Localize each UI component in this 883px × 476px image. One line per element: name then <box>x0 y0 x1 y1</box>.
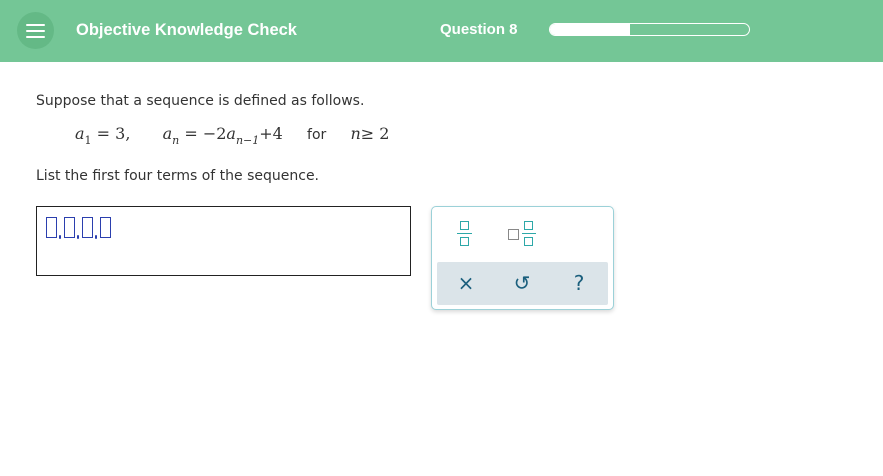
term-slot-3[interactable] <box>82 217 93 238</box>
condition-variable: n <box>350 124 361 143</box>
term-slot-2[interactable] <box>64 217 75 238</box>
condition: ≥ 2 <box>360 124 390 143</box>
tool-action-row: × ↺ ? <box>437 262 608 305</box>
problem-prompt: Suppose that a sequence is defined as fo… <box>36 93 365 109</box>
whole-part-icon <box>508 229 519 240</box>
help-icon[interactable]: ? <box>567 271 591 295</box>
a1-value: = 3, <box>96 124 131 143</box>
comma-separator <box>75 217 82 239</box>
header-bar: Objective Knowledge Check Question 8 <box>0 0 883 62</box>
an-variable: a <box>162 124 173 143</box>
mixed-denominator-icon <box>524 237 533 246</box>
fraction-numerator-icon <box>460 221 469 230</box>
comma-separator <box>57 217 64 239</box>
an-subscript: n <box>172 134 180 147</box>
question-label: Question 8 <box>440 21 518 38</box>
recurrence-variable: a <box>226 124 236 143</box>
for-word: for <box>307 127 327 143</box>
recurrence-tail: +4 <box>259 124 283 143</box>
fraction-bar-icon <box>457 233 472 235</box>
progress-bar <box>549 23 750 36</box>
undo-icon[interactable]: ↺ <box>510 271 534 295</box>
answer-input[interactable] <box>36 206 411 276</box>
clear-icon[interactable]: × <box>454 271 478 295</box>
sequence-formula: a1 = 3, an = −2an−1+4 for n≥ 2 <box>75 124 389 147</box>
answer-slots <box>46 217 111 239</box>
comma-separator <box>93 217 100 239</box>
fraction-button[interactable] <box>452 219 478 253</box>
a1-variable: a <box>75 124 85 143</box>
mixed-number-button[interactable] <box>506 219 540 253</box>
menu-icon[interactable] <box>17 12 54 49</box>
app-title: Objective Knowledge Check <box>76 21 297 39</box>
recurrence-subscript: n−1 <box>235 134 260 147</box>
progress-fill <box>550 24 630 35</box>
term-slot-4[interactable] <box>100 217 111 238</box>
mixed-numerator-icon <box>524 221 533 230</box>
fraction-denominator-icon <box>460 237 469 246</box>
term-slot-1[interactable] <box>46 217 57 238</box>
a1-subscript: 1 <box>84 134 92 147</box>
an-equals: = −2 <box>184 124 227 143</box>
math-tool-panel: × ↺ ? <box>431 206 614 310</box>
mixed-bar-icon <box>522 233 536 235</box>
instruction-text: List the first four terms of the sequenc… <box>36 168 320 184</box>
